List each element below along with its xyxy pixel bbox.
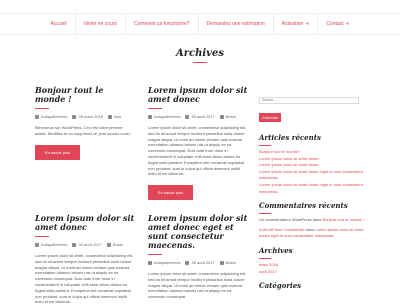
widget-title-rule <box>259 213 271 215</box>
widget-title: Articles récents <box>259 133 321 142</box>
recent-post-link[interactable]: Lorem ipsum dolor sit amet donec eget et… <box>259 169 364 182</box>
recent-post-link[interactable]: Lorem ipsum dolor sit amet donec eget et… <box>259 182 364 195</box>
post-category[interactable]: Non <box>114 113 121 120</box>
post-author[interactable]: Antiquitierenes <box>154 113 180 120</box>
archive-link[interactable]: août 2017 <box>259 269 364 276</box>
widget-title-rule <box>259 145 271 146</box>
nav-item-activation[interactable]: Activation ▼ <box>272 14 318 34</box>
post-excerpt: Lorem ipsum dolor sit amet, consectetur … <box>148 125 247 177</box>
recent-posts-widget: Articles récents Bonjour tout le monde !… <box>259 133 364 195</box>
clock-icon <box>72 114 77 119</box>
post-category[interactable]: Busin <box>226 113 236 120</box>
folder-icon <box>219 114 224 119</box>
post-title-rule <box>148 254 162 255</box>
folder-icon <box>107 114 112 119</box>
nav-label: Contact <box>326 21 344 27</box>
post-card: Lorem ipsum dolor sit amet donec eget et… <box>148 214 248 300</box>
search-widget: Chercher <box>259 88 364 124</box>
read-more-button[interactable]: En savoir plus <box>148 185 194 201</box>
nav-item-comment-ca-fonctionne[interactable]: Comment ça fonctionne? <box>124 14 198 34</box>
post-author[interactable]: Antiquitierenes <box>154 259 180 266</box>
caret-down-icon: ▼ <box>345 21 350 26</box>
nav-label: Activation <box>281 21 304 27</box>
clock-icon <box>185 260 190 265</box>
folder-icon <box>106 242 111 247</box>
recent-post-link[interactable]: Bonjour tout le monde ! <box>259 149 364 156</box>
search-input[interactable] <box>259 96 359 104</box>
folder-icon <box>219 260 224 265</box>
nav-label: Vente en cours <box>83 21 117 27</box>
post-title-rule <box>35 108 49 109</box>
user-icon <box>35 114 39 119</box>
post-meta: Antiquitierenes 30 août 2017 Busin <box>35 241 135 248</box>
post-date: 30 août 2017 <box>78 242 102 247</box>
nav-item-accueil[interactable]: Accueil <box>42 14 74 34</box>
post-meta: Antiquitierenes 30 août 2017 Busin <box>148 259 248 266</box>
post-meta: Antiquitierenes 05 mars 2018 Non <box>35 113 135 120</box>
nav-item-contact[interactable]: Contact ▼ <box>317 14 357 34</box>
title-underline <box>193 62 207 63</box>
recent-comments-widget: Commentaires récents Un commentateur Wor… <box>259 201 364 240</box>
post-author[interactable]: Antiquitierenes <box>41 241 67 248</box>
post-title[interactable]: Lorem ipsum dolor sit amet donec <box>148 86 248 104</box>
recent-comment: A WordPress Commenter dans Lorem ipsum d… <box>259 227 364 240</box>
post-card: Lorem ipsum dolor sit amet donec Antiqui… <box>148 86 248 201</box>
nav-label: Demandez une estimation <box>206 21 265 27</box>
main-navigation: Accueil Vente en cours Comment ça foncti… <box>0 13 400 35</box>
post-title[interactable]: Lorem ipsum dolor sit amet donec eget et… <box>148 214 248 250</box>
sidebar: Chercher Articles récents Bonjour tout l… <box>259 88 364 290</box>
nav-label: Accueil <box>50 21 67 27</box>
read-more-button[interactable]: En savoir plus <box>35 144 81 160</box>
post-excerpt: Lorem ipsum dolor sit amet, consectetur … <box>35 253 134 305</box>
recent-post-link[interactable]: Lorem ipsum dolor sit amet donec <box>259 156 364 163</box>
post-title-rule <box>35 236 49 237</box>
archive-link[interactable]: mars 2018 <box>259 262 364 269</box>
post-category[interactable]: Busin <box>226 259 236 266</box>
clock-icon <box>72 242 77 247</box>
comment-post-link[interactable]: Bonjour tout le monde ! <box>323 217 364 222</box>
post-title[interactable]: Bonjour tout le monde ! <box>35 86 135 104</box>
post-card: Lorem ipsum dolor sit amet donec Antiqui… <box>35 214 135 305</box>
post-date: 05 mars 2018 <box>78 114 103 119</box>
user-icon <box>148 260 152 265</box>
user-icon <box>35 242 39 247</box>
widget-title: Archives <box>259 245 293 255</box>
comment-author: Un commentateur WordPress <box>259 217 312 223</box>
search-button[interactable]: Chercher <box>259 113 282 122</box>
categories-widget: Catégories <box>259 281 364 290</box>
post-date: 30 août 2017 <box>191 114 215 119</box>
comment-separator: dans <box>304 226 316 232</box>
user-icon <box>148 114 152 119</box>
page-title: Archives <box>176 48 224 59</box>
post-date: 30 août 2017 <box>191 260 215 265</box>
recent-post-link[interactable]: Lorem ipsum dolor sit amet donec <box>259 162 364 169</box>
nav-label: Comment ça fonctionne? <box>133 21 190 27</box>
post-excerpt: Bienvenue sur WordPress. Ceci est votre … <box>35 125 132 136</box>
post-card: Bonjour tout le monde ! Antiquitierenes … <box>35 86 135 160</box>
nav-item-demandez-une-estimation[interactable]: Demandez une estimation <box>197 14 273 34</box>
archives-widget: Archives mars 2018 août 2017 <box>259 246 364 275</box>
post-author[interactable]: Antiquitierenes <box>41 113 67 120</box>
comment-author[interactable]: A WordPress Commenter <box>259 227 304 232</box>
nav-item-vente-en-cours[interactable]: Vente en cours <box>74 14 125 34</box>
clock-icon <box>185 114 190 119</box>
widget-title: Catégories <box>259 281 302 291</box>
recent-comment: Un commentateur WordPress dans Bonjour t… <box>259 217 364 224</box>
post-title-rule <box>148 108 162 109</box>
post-meta: Antiquitierenes 30 août 2017 Busin <box>148 113 248 120</box>
comment-separator: dans <box>311 217 323 223</box>
caret-down-icon: ▼ <box>305 21 310 26</box>
post-title[interactable]: Lorem ipsum dolor sit amet donec <box>35 214 135 232</box>
widget-title-rule <box>259 257 271 259</box>
post-excerpt: Lorem ipsum dolor sit amet, consectetur … <box>148 271 247 300</box>
post-category[interactable]: Busin <box>113 241 123 248</box>
widget-title: Commentaires récents <box>259 201 348 211</box>
